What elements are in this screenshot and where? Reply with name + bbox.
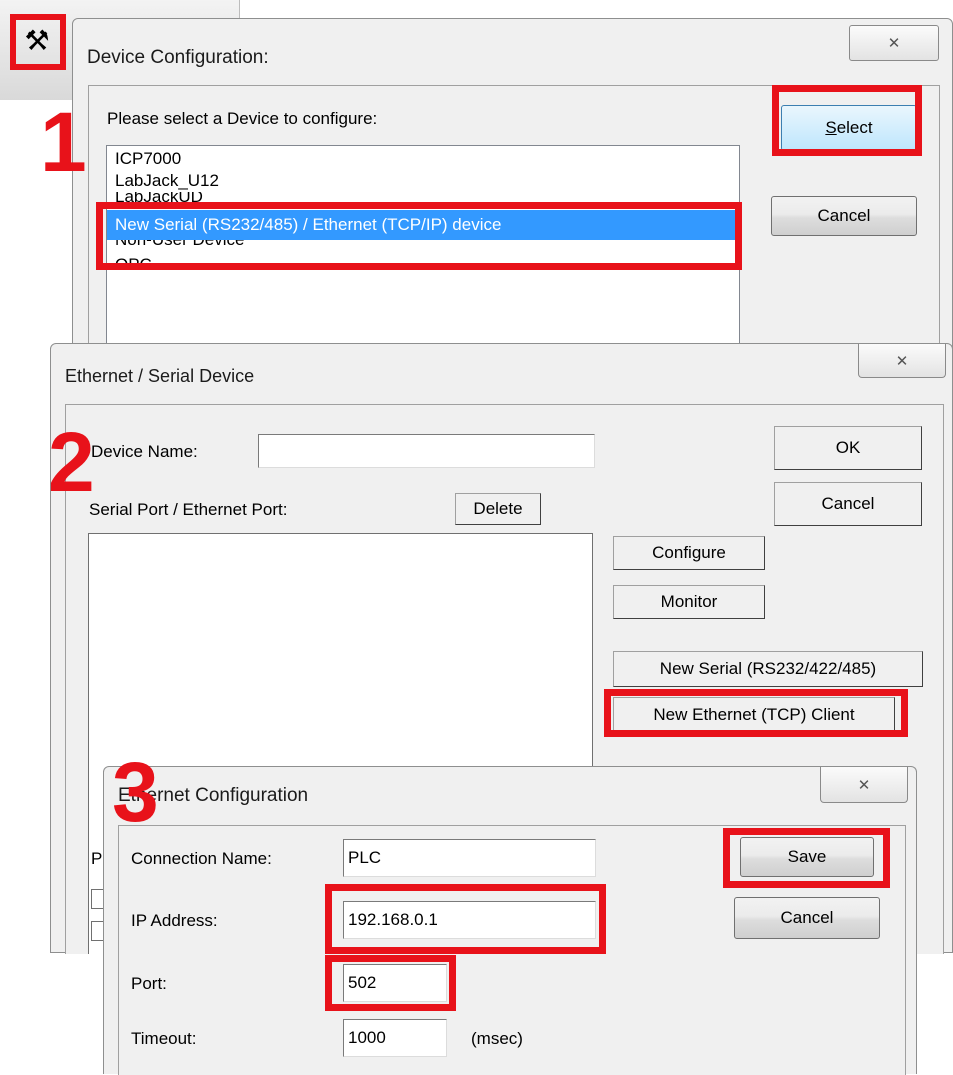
- timeout-unit: (msec): [471, 1029, 523, 1048]
- device-config-prompt: Please select a Device to configure:: [107, 109, 378, 128]
- close-icon: ✕: [895, 352, 909, 370]
- connection-name-label: Connection Name:: [131, 849, 272, 868]
- new-ethernet-highlight: [604, 689, 908, 737]
- device-name-input[interactable]: [258, 434, 595, 468]
- timeout-input[interactable]: 1000: [343, 1019, 447, 1057]
- port-list-label: Serial Port / Ethernet Port:: [89, 500, 288, 519]
- tools-icon-highlight: [10, 14, 66, 70]
- device-config-window: Device Configuration: ✕ Please select a …: [72, 18, 953, 359]
- new-serial-button[interactable]: New Serial (RS232/422/485): [613, 651, 923, 687]
- monitor-button[interactable]: Monitor: [613, 585, 765, 619]
- device-list-item[interactable]: LabJack_U12: [107, 170, 739, 192]
- selected-item-highlight: [96, 202, 742, 270]
- ethernet-config-close-button[interactable]: ✕: [820, 767, 908, 803]
- device-name-label: Device Name:: [91, 442, 198, 461]
- device-list-item[interactable]: ICP7000: [107, 148, 739, 170]
- device-config-cancel-button[interactable]: Cancel: [771, 196, 917, 236]
- ethernet-config-cancel-button[interactable]: Cancel: [734, 897, 880, 939]
- connection-name-input[interactable]: PLC: [343, 839, 596, 877]
- timeout-label: Timeout:: [131, 1029, 197, 1048]
- ip-address-label: IP Address:: [131, 911, 218, 930]
- ok-button[interactable]: OK: [774, 426, 922, 470]
- port-label: Port:: [131, 974, 167, 993]
- port-highlight: [325, 955, 456, 1011]
- device-config-title: Device Configuration:: [87, 47, 269, 68]
- ethernet-serial-close-button[interactable]: ✕: [858, 344, 946, 378]
- step-number-1: 1: [40, 95, 87, 189]
- delete-button[interactable]: Delete: [455, 493, 541, 525]
- ip-address-highlight: [325, 884, 606, 954]
- close-icon: ✕: [887, 35, 901, 52]
- save-button-highlight: [723, 828, 890, 888]
- configure-button[interactable]: Configure: [613, 536, 765, 570]
- step-number-3: 3: [112, 745, 159, 839]
- step-number-2: 2: [48, 415, 95, 509]
- close-icon: ✕: [857, 776, 871, 794]
- select-button-highlight: [772, 85, 922, 156]
- ethernet-serial-title: Ethernet / Serial Device: [65, 366, 255, 386]
- ethernet-serial-cancel-button[interactable]: Cancel: [774, 482, 922, 526]
- device-config-close-button[interactable]: ✕: [849, 25, 939, 61]
